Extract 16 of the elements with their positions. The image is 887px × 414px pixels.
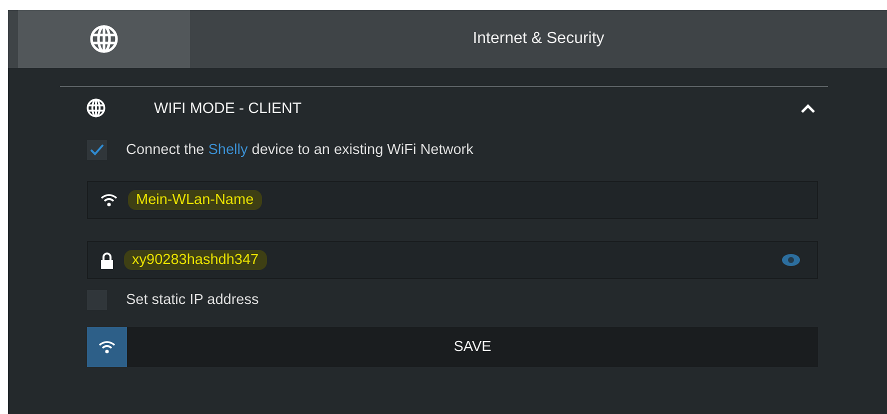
- eye-icon[interactable]: [781, 253, 801, 267]
- checkbox-label: Set static IP address: [126, 292, 259, 308]
- checkbox[interactable]: [87, 140, 107, 160]
- wifi-icon: [98, 340, 116, 354]
- globe-icon: [86, 98, 106, 118]
- wifi-icon: [100, 193, 118, 207]
- shelly-link[interactable]: Shelly: [208, 142, 248, 158]
- lock-icon: [100, 252, 114, 268]
- save-button[interactable]: SAVE: [127, 327, 818, 367]
- globe-tab[interactable]: [18, 10, 190, 68]
- password-field[interactable]: xy90283hashdh347: [87, 241, 818, 279]
- chevron-icon[interactable]: [800, 103, 816, 113]
- ssid-field[interactable]: Mein-WLan-Name: [87, 181, 818, 219]
- section-title: WIFI MODE - CLIENT: [154, 100, 302, 116]
- globe-icon: [89, 24, 119, 54]
- checkbox-label: Connect the Shelly device to an existing WiFi Network: [126, 142, 474, 158]
